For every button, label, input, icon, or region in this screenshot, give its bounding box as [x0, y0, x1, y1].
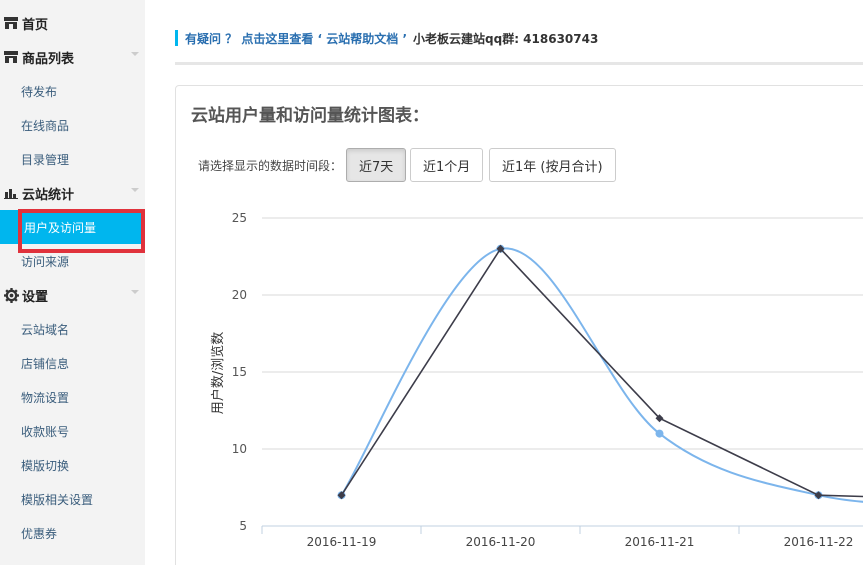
sidebar-item-label: 访问来源	[21, 254, 70, 269]
chevron-down-icon	[131, 52, 139, 56]
range-1month-button[interactable]: 近1个月	[410, 148, 484, 182]
main-content: 有疑问 ？ 点击这里查看 ‘ 云站帮助文档 ’ 小老板云建站qq群: 41863…	[145, 0, 863, 565]
sidebar-item-coupons[interactable]: 优惠券	[0, 516, 145, 550]
sidebar-item-stats[interactable]: 云站统计	[0, 176, 145, 210]
chevron-down-icon	[131, 188, 139, 192]
sidebar-item-catalog[interactable]: 目录管理	[0, 142, 145, 176]
sidebar-item-template-switch[interactable]: 模版切换	[0, 448, 145, 482]
range-7days-button[interactable]: 近7天	[346, 148, 407, 182]
sidebar-item-label: 在线商品	[21, 118, 70, 133]
sidebar-item-home[interactable]: 首页	[0, 6, 145, 40]
sidebar-item-logistics[interactable]: 物流设置	[0, 380, 145, 414]
store-icon	[0, 16, 22, 30]
qq-group-text: 小老板云建站qq群: 418630743	[413, 31, 599, 46]
sidebar-item-label: 首页	[22, 17, 49, 33]
help-docs-link[interactable]: 有疑问 ？ 点击这里查看 ‘ 云站帮助文档 ’	[185, 30, 407, 47]
sidebar-item-label: 云站统计	[22, 187, 75, 203]
sidebar-item-payment[interactable]: 收款账号	[0, 414, 145, 448]
bar-chart-icon	[0, 187, 22, 199]
divider	[175, 62, 863, 65]
sidebar: 首页 商品列表 待发布 在线商品 目录管理 云站统计 用户及访问量 访问来源 设…	[0, 0, 145, 565]
sidebar-item-label: 优惠券	[21, 526, 58, 541]
sidebar-item-pending[interactable]: 待发布	[0, 74, 145, 108]
help-bar: 有疑问 ？ 点击这里查看 ‘ 云站帮助文档 ’ 小老板云建站qq群: 41863…	[175, 30, 598, 46]
sidebar-item-settings[interactable]: 设置	[0, 278, 145, 312]
sidebar-item-label: 用户及访问量	[24, 220, 97, 235]
sidebar-item-label: 目录管理	[21, 152, 70, 167]
sidebar-item-label: 商品列表	[22, 51, 75, 67]
sidebar-item-label: 模版切换	[21, 458, 70, 473]
sidebar-item-label: 店铺信息	[21, 356, 70, 371]
sidebar-item-domain[interactable]: 云站域名	[0, 312, 145, 346]
sidebar-item-sources[interactable]: 访问来源	[0, 244, 145, 278]
sidebar-item-label: 设置	[22, 289, 49, 305]
sidebar-item-template-settings[interactable]: 模版相关设置	[0, 482, 145, 516]
sidebar-item-users-visits[interactable]: 用户及访问量	[0, 210, 145, 244]
sidebar-item-label: 模版相关设置	[21, 492, 94, 507]
sidebar-item-label: 物流设置	[21, 390, 70, 405]
store-icon	[0, 50, 22, 64]
sidebar-item-label: 收款账号	[21, 424, 70, 439]
panel-title: 云站用户量和访问量统计图表：	[191, 106, 429, 126]
sidebar-item-online-products[interactable]: 在线商品	[0, 108, 145, 142]
sidebar-item-products[interactable]: 商品列表	[0, 40, 145, 74]
range-label: 请选择显示的数据时间段：	[198, 159, 343, 173]
sidebar-item-shop-info[interactable]: 店铺信息	[0, 346, 145, 380]
stats-panel: 云站用户量和访问量统计图表： 请选择显示的数据时间段： 近7天 近1个月 近1年…	[175, 85, 863, 565]
sidebar-item-label: 云站域名	[21, 322, 70, 337]
sidebar-item-label: 待发布	[21, 84, 58, 99]
chevron-down-icon	[131, 290, 139, 294]
gear-icon	[0, 287, 22, 303]
range-1year-button[interactable]: 近1年 (按月合计)	[489, 148, 616, 182]
